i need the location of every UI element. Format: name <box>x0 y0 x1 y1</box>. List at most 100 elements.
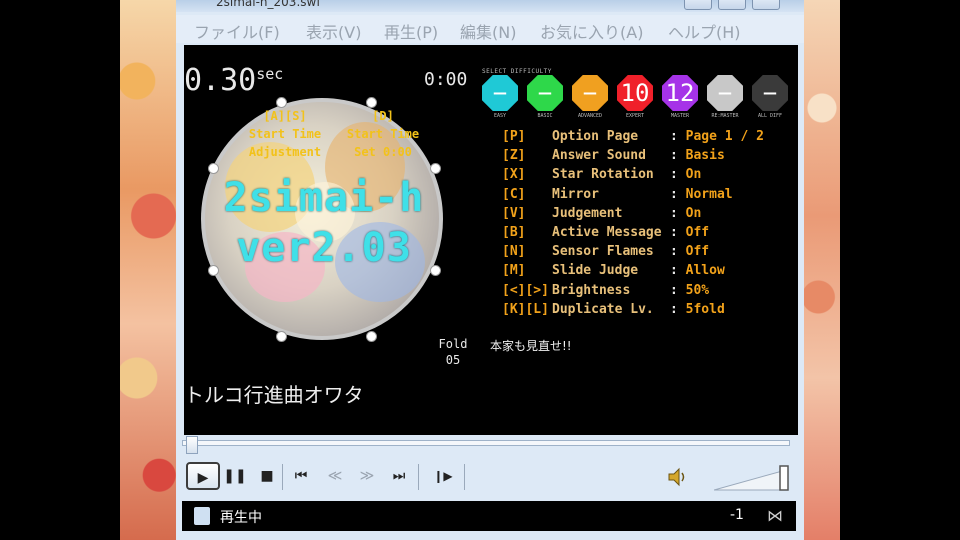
flash-stage[interactable]: 0.30sec 0:00 [A][S] Start Time Adjustmen… <box>184 45 798 435</box>
option-key: [<][>] <box>502 282 549 298</box>
stop-button[interactable]: ■ <box>252 462 282 490</box>
background-art-right <box>804 0 840 540</box>
hint-start-adjust: [A][S] Start Time Adjustment <box>240 107 330 161</box>
option-key: [X] <box>502 167 526 183</box>
playback-controls: ▶ ❚❚ ■ ⏮ ≪ ≫ ⏭ ❙▶ <box>176 458 804 496</box>
option-value: Off <box>685 225 710 240</box>
volume-slider[interactable] <box>714 462 794 492</box>
option-colon: : <box>670 282 686 298</box>
option-row: [M] Slide Judge: Allow <box>502 263 725 278</box>
option-name: Option Page <box>552 129 639 144</box>
next-button[interactable]: ⏭ <box>384 462 414 490</box>
hint-left-line2: Adjustment <box>248 145 322 159</box>
difficulty-7-badge[interactable]: − <box>752 75 788 111</box>
option-name: Slide Judge <box>552 263 639 279</box>
offset-unit: sec <box>256 65 284 83</box>
game-title-line1: 2simai-h <box>223 175 425 221</box>
option-key: [V] <box>502 205 526 221</box>
difficulty-label: MASTER <box>670 113 690 119</box>
fold-value: 05 <box>445 353 461 367</box>
document-icon <box>194 507 210 525</box>
menu-edit[interactable]: 編集(N) <box>460 19 516 43</box>
window-title: 2simai-h_203.swf <box>216 0 321 9</box>
option-value: Basis <box>685 148 725 164</box>
difficulty-5-badge[interactable]: 12 <box>662 75 698 111</box>
menu-help[interactable]: ヘルプ(H) <box>668 19 741 43</box>
difficulty-label: EASY <box>493 113 507 119</box>
option-value: Normal <box>685 186 733 202</box>
option-key: [B] <box>502 225 526 240</box>
difficulty-2-badge[interactable]: − <box>527 75 563 111</box>
option-colon: : <box>670 129 686 144</box>
option-name: Answer Sound <box>552 148 646 164</box>
option-row: [Z] Answer Sound: Basis <box>502 148 725 163</box>
option-value: On <box>685 205 702 221</box>
fold-indicator: Fold 05 <box>436 336 470 368</box>
resize-icon[interactable]: ⋈ <box>758 505 792 527</box>
option-colon: : <box>670 263 686 279</box>
difficulty-header: SELECT DIFFICULTY <box>482 68 552 75</box>
message-text: 本家も見直せ!! <box>490 339 572 353</box>
clock: 0:00 <box>424 69 468 90</box>
option-key: [M] <box>502 263 526 279</box>
option-colon: : <box>670 301 686 317</box>
option-key: [P] <box>502 129 526 144</box>
difficulty-label: ADVANCED <box>577 113 603 119</box>
option-row: [C] Mirror: Normal <box>502 187 733 202</box>
hint-right-key: [D] <box>372 109 394 123</box>
play-button[interactable]: ▶ <box>186 462 220 490</box>
forward-button[interactable]: ≫ <box>352 462 382 490</box>
option-value: Page 1 / 2 <box>685 129 764 144</box>
hint-start-set: [D] Start Time Set 0:00 <box>338 107 428 161</box>
status-value: -1 <box>730 507 744 523</box>
offset-readout: 0.30sec <box>184 63 283 98</box>
option-row: [P] Option Page: Page 1 / 2 <box>502 129 764 144</box>
hint-left-line1: Start Time <box>248 127 322 141</box>
option-row: [B] Active Message: Off <box>502 225 709 240</box>
rewind-button[interactable]: ≪ <box>320 462 350 490</box>
option-value: 5fold <box>685 301 725 317</box>
separator <box>418 464 419 490</box>
option-key: [Z] <box>502 148 526 164</box>
difficulty-4-badge[interactable]: 10 <box>617 75 653 111</box>
menu-view[interactable]: 表示(V) <box>306 19 361 43</box>
menu-file[interactable]: ファイル(F) <box>194 19 280 43</box>
separator <box>282 464 283 490</box>
option-colon: : <box>670 148 686 164</box>
option-value: On <box>685 167 702 183</box>
hint-left-key: [A][S] <box>263 109 307 123</box>
song-title: トルコ行進曲オワタ <box>184 383 364 407</box>
close-button[interactable] <box>752 0 780 10</box>
option-colon: : <box>670 205 686 221</box>
player-window: 2simai-h_203.swf ファイル(F) 表示(V) 再生(P) 編集(… <box>176 0 804 540</box>
difficulty-3-badge[interactable]: − <box>572 75 608 111</box>
seek-track[interactable] <box>182 440 790 446</box>
speaker-icon[interactable] <box>666 466 688 488</box>
game-title-line2: ver2.03 <box>236 225 412 271</box>
step-button[interactable]: ❙▶ <box>428 462 458 490</box>
menu-favorites[interactable]: お気に入り(A) <box>540 19 643 43</box>
status-bar: 再生中 -1 ⋈ <box>182 501 796 531</box>
option-colon: : <box>670 244 686 260</box>
option-key: [N] <box>502 244 526 260</box>
difficulty-6-badge[interactable]: − <box>707 75 743 111</box>
offset-value: 0.30 <box>184 63 257 98</box>
option-name: Star Rotation <box>552 167 654 183</box>
option-name: Brightness <box>552 282 631 298</box>
menu-play[interactable]: 再生(P) <box>384 19 438 43</box>
seek-thumb[interactable] <box>186 436 198 454</box>
minimize-button[interactable] <box>684 0 712 10</box>
option-colon: : <box>670 186 686 202</box>
option-row: [N] Sensor Flames: Off <box>502 244 709 259</box>
previous-button[interactable]: ⏮ <box>286 462 316 490</box>
option-row: [<][>] Brightness: 50% <box>502 283 709 298</box>
status-text: 再生中 <box>220 510 262 526</box>
sensor-dot <box>276 331 287 342</box>
maximize-button[interactable] <box>718 0 746 10</box>
hint-right-line1: Start Time <box>346 127 420 141</box>
fold-label: Fold <box>438 337 468 351</box>
pause-button[interactable]: ❚❚ <box>220 462 250 490</box>
difficulty-1-badge[interactable]: − <box>482 75 518 111</box>
option-value: Off <box>685 244 710 260</box>
option-name: Active Message <box>552 225 662 240</box>
